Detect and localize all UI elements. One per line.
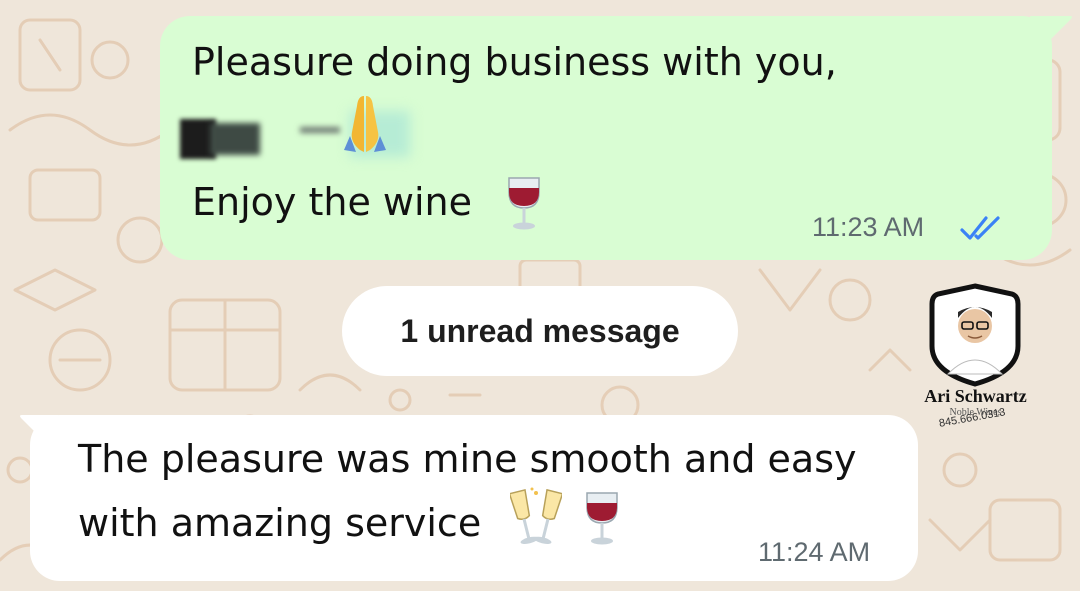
wine-glass-icon bbox=[584, 491, 620, 551]
incoming-message-line2-text: with amazing service bbox=[78, 501, 482, 545]
unread-messages-label: 1 unread message bbox=[400, 312, 680, 349]
incoming-message-line2: with amazing service bbox=[78, 501, 481, 545]
incoming-message-bubble[interactable]: The pleasure was mine smooth and easy wi… bbox=[30, 415, 918, 581]
outgoing-message-line3-text: Enjoy the wine bbox=[192, 180, 473, 224]
avatar bbox=[929, 283, 1021, 387]
outgoing-message-bubble[interactable]: Pleasure doing business with you, Enjoy … bbox=[160, 16, 1052, 260]
unread-messages-divider: 1 unread message bbox=[342, 286, 738, 376]
incoming-message-line1: The pleasure was mine smooth and easy bbox=[78, 437, 857, 481]
outgoing-message-line3: Enjoy the wine bbox=[192, 180, 472, 224]
wine-glass-icon bbox=[506, 176, 542, 236]
outgoing-message-line1: Pleasure doing business with you, bbox=[192, 40, 837, 84]
incoming-message-time: 11:24 AM bbox=[758, 537, 871, 567]
outgoing-message-time: 11:23 AM bbox=[812, 212, 925, 242]
folded-hands-icon bbox=[342, 92, 388, 158]
watermark-name: Ari Schwartz bbox=[924, 386, 1027, 406]
clinking-glasses-icon bbox=[508, 487, 564, 555]
watermark-badge: Ari Schwartz Noble Wines 845.666.0313 bbox=[918, 282, 1068, 442]
double-check-read-icon bbox=[960, 214, 1002, 246]
